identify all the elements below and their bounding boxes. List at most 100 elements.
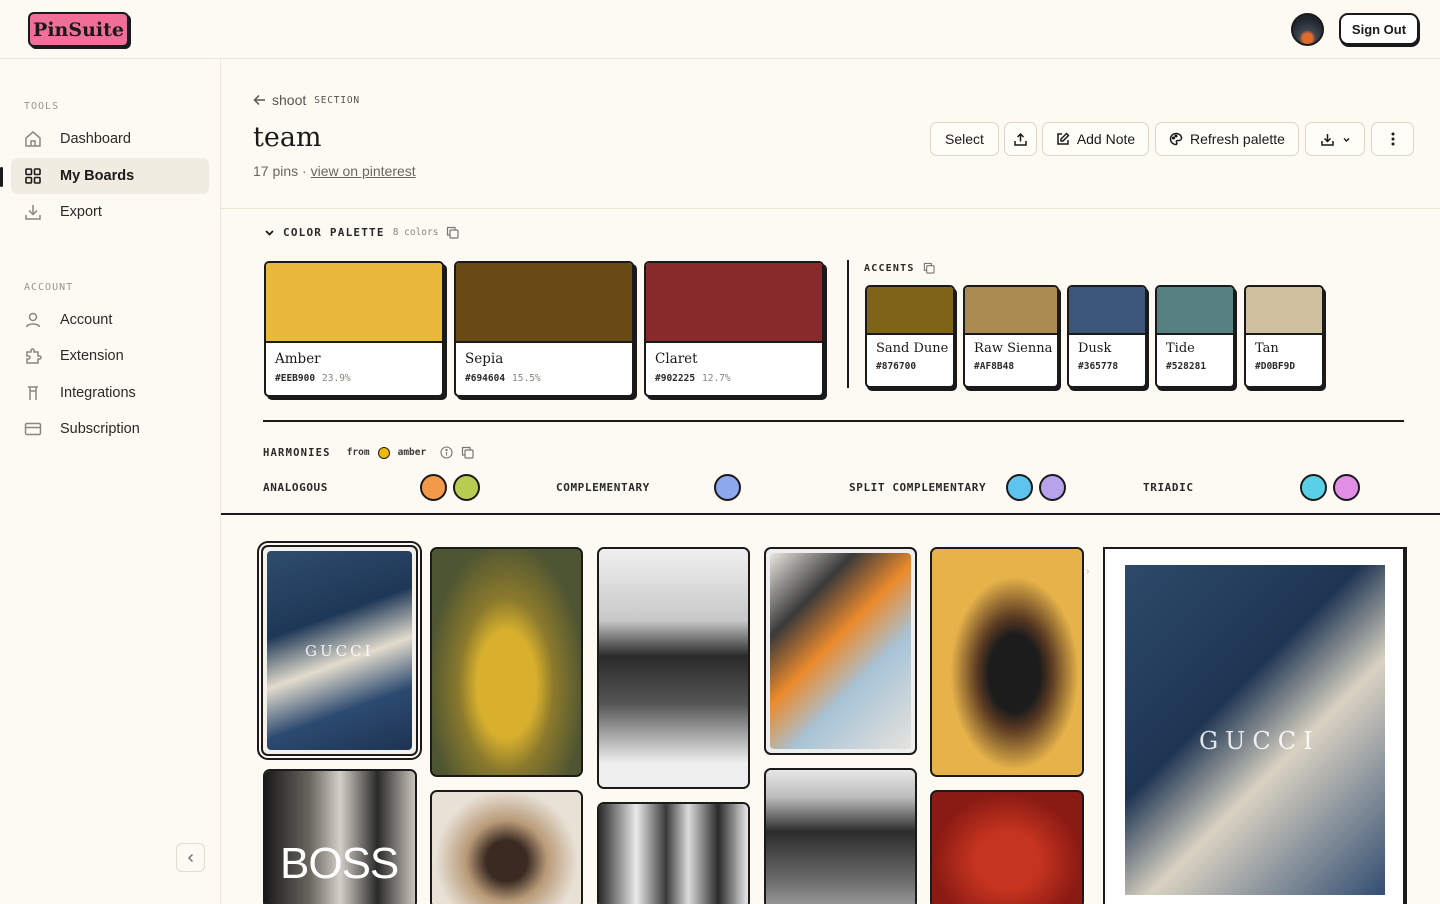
sign-out-button[interactable]: Sign Out	[1339, 13, 1419, 45]
view-on-pinterest-link[interactable]: view on pinterest	[311, 163, 416, 179]
accent-swatch[interactable]: Dusk #365778	[1067, 285, 1147, 388]
hex-value: #902225	[655, 373, 696, 384]
harmonies-title: HARMONIES	[263, 446, 331, 459]
pin-card[interactable]	[430, 547, 583, 777]
add-note-button[interactable]: Add Note	[1042, 122, 1149, 156]
swatch-color	[1246, 287, 1322, 335]
pin-card[interactable]	[764, 768, 917, 904]
sidebar-item-label: Account	[60, 312, 113, 328]
harmonies-base-name: amber	[397, 447, 427, 458]
palette-count: 8 colors	[392, 227, 439, 238]
copy-icon[interactable]	[446, 226, 460, 239]
sidebar-item-integrations[interactable]: Integrations	[11, 375, 209, 411]
hex-value: #694604	[465, 373, 506, 384]
sidebar-item-extension[interactable]: Extension	[11, 338, 209, 374]
pin-image	[932, 549, 1082, 775]
pin-image	[766, 770, 915, 904]
accent-swatch[interactable]: Tide #528281	[1155, 285, 1235, 388]
collapse-sidebar-button[interactable]	[176, 843, 205, 872]
swatch-hex: #EEB900 23.9%	[266, 367, 442, 384]
select-label: Select	[945, 131, 984, 147]
accents-title: ACCENTS	[864, 262, 915, 274]
pin-card[interactable]	[930, 790, 1084, 904]
copy-icon[interactable]	[461, 446, 474, 459]
swatch-hex: #AF8B48	[974, 361, 1015, 372]
harmony-color-dot[interactable]	[1333, 474, 1360, 501]
download-icon	[1320, 133, 1334, 146]
pin-count: 17 pins	[253, 163, 299, 179]
plug-icon	[24, 384, 42, 402]
more-vertical-icon	[1391, 132, 1394, 146]
pin-card[interactable]	[764, 547, 917, 755]
harmony-color-dot[interactable]	[453, 474, 480, 501]
refresh-palette-label: Refresh palette	[1190, 131, 1285, 147]
arrow-left-icon	[253, 94, 265, 106]
swatch-name: Claret	[655, 351, 698, 367]
header-divider	[221, 208, 1440, 209]
account-section-label: ACCOUNT	[24, 282, 74, 293]
swatch-color	[1069, 287, 1145, 335]
pin-preview-panel: GUCCI	[1103, 547, 1407, 904]
meta-separator: ·	[302, 163, 307, 179]
palette-icon	[1169, 132, 1183, 146]
puzzle-icon	[24, 347, 42, 365]
sidebar-item-label: Extension	[60, 348, 124, 364]
breadcrumb-tag: SECTION	[314, 94, 360, 106]
accent-swatch[interactable]: Tan #D0BF9D	[1244, 285, 1324, 388]
pin-card[interactable]	[597, 802, 750, 904]
palette-header[interactable]: COLOR PALETTE 8 colors	[264, 226, 460, 239]
breadcrumb-back[interactable]: shoot SECTION	[253, 92, 360, 108]
more-options-button[interactable]	[1371, 122, 1414, 156]
info-icon[interactable]	[440, 446, 453, 459]
palette-swatch[interactable]: Claret #902225 12.7%	[644, 261, 824, 397]
palette-swatch[interactable]: Sepia #694604 15.5%	[454, 261, 634, 397]
swatch-hex: #365778	[1078, 361, 1119, 372]
harmony-label: ANALOGOUS	[263, 481, 329, 494]
harmony-label: SPLIT COMPLEMENTARY	[849, 481, 987, 494]
pin-card[interactable]: GUCCI	[261, 545, 418, 756]
refresh-palette-button[interactable]: Refresh palette	[1155, 122, 1299, 156]
harmony-color-dot[interactable]	[714, 474, 741, 501]
grid-icon	[24, 167, 42, 185]
sidebar: TOOLS Dashboard My Boards Export ACCOUNT…	[0, 59, 221, 904]
swatch-hex: #902225 12.7%	[646, 367, 822, 384]
top-bar: PinSuite Sign Out	[0, 0, 1440, 59]
swatch-percent: 12.7%	[702, 373, 731, 384]
swatch-hex: #694604 15.5%	[456, 367, 632, 384]
logo[interactable]: PinSuite	[28, 12, 129, 47]
accent-swatch[interactable]: Raw Sienna #AF8B48	[963, 285, 1059, 388]
harmony-color-dot[interactable]	[1039, 474, 1066, 501]
user-icon	[24, 311, 42, 329]
harmony-color-dot[interactable]	[1300, 474, 1327, 501]
sidebar-item-label: Integrations	[60, 385, 136, 401]
harmony-color-dot[interactable]	[1006, 474, 1033, 501]
pin-card[interactable]	[430, 790, 583, 904]
pin-image	[432, 792, 581, 904]
card-icon	[24, 420, 42, 438]
swatch-name: Tan	[1255, 341, 1279, 356]
swatch-color	[456, 263, 632, 343]
avatar[interactable]	[1291, 13, 1324, 46]
pin-card[interactable]	[597, 547, 750, 789]
breadcrumb-label: shoot	[272, 92, 307, 108]
share-button[interactable]	[1004, 122, 1037, 156]
swatch-color	[646, 263, 822, 343]
sidebar-item-dashboard[interactable]: Dashboard	[11, 121, 209, 157]
sidebar-item-export[interactable]: Export	[11, 194, 209, 230]
sidebar-item-label: My Boards	[60, 168, 135, 184]
sidebar-item-my-boards[interactable]: My Boards	[11, 158, 209, 194]
pin-image	[770, 553, 911, 749]
home-icon	[24, 130, 42, 148]
pin-image	[932, 792, 1082, 904]
select-button[interactable]: Select	[930, 122, 999, 156]
copy-icon[interactable]	[923, 262, 935, 274]
download-menu-button[interactable]	[1305, 122, 1365, 156]
accent-swatch[interactable]: Sand Dune #876700	[865, 285, 955, 388]
sidebar-item-subscription[interactable]: Subscription	[11, 411, 209, 447]
palette-swatch[interactable]: Amber #EEB900 23.9%	[264, 261, 444, 397]
sidebar-item-account[interactable]: Account	[11, 302, 209, 338]
pin-card[interactable]: BOSS	[263, 769, 417, 904]
chevron-left-icon	[187, 853, 193, 862]
harmony-color-dot[interactable]	[420, 474, 447, 501]
pin-card[interactable]	[930, 547, 1084, 777]
